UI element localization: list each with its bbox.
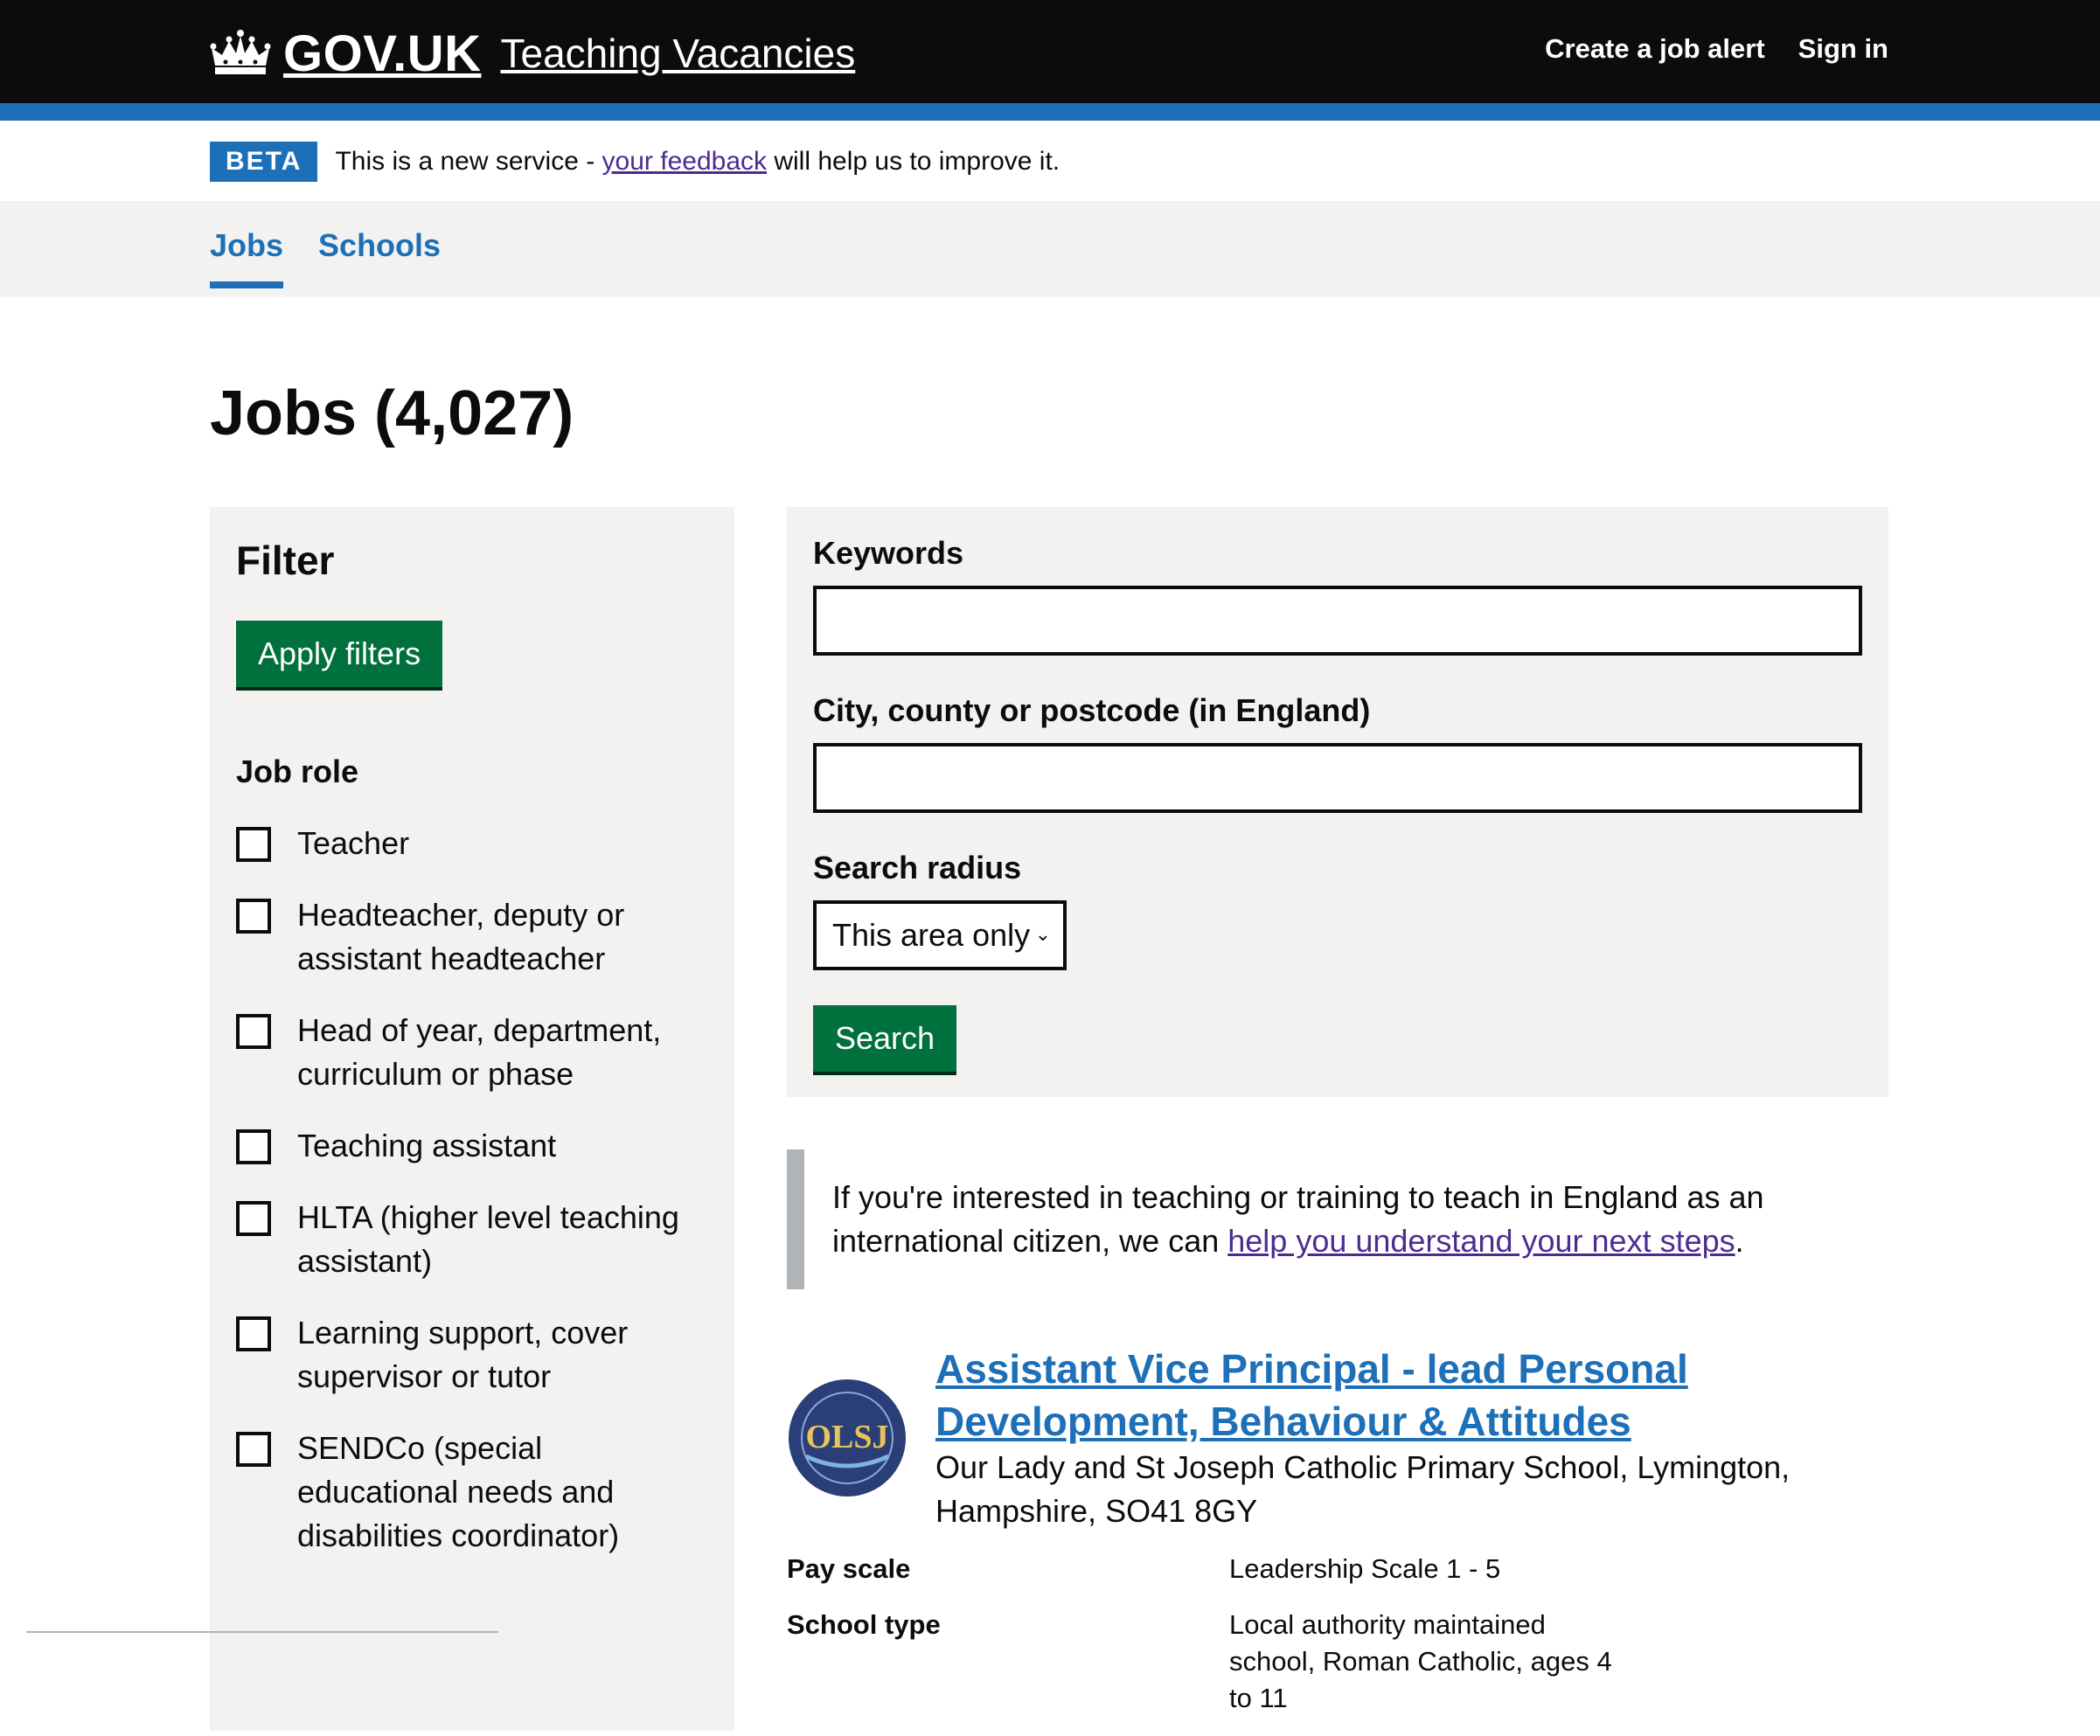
checkbox-item-teaching-assistant[interactable]: Teaching assistant [236, 1128, 708, 1168]
job-school-address: Our Lady and St Joseph Catholic Primary … [935, 1449, 1791, 1529]
job-summary-list: Pay scale Leadership Scale 1 - 5 School … [787, 1551, 1888, 1736]
checkbox[interactable] [236, 1432, 271, 1467]
inset-text-after: . [1735, 1223, 1744, 1259]
checkbox-item-teacher[interactable]: Teacher [236, 825, 708, 865]
school-logo-initials: OLSJ [805, 1419, 888, 1455]
checkbox-item-learning-support[interactable]: Learning support, cover supervisor or tu… [236, 1315, 708, 1399]
beta-tag: BETA [210, 142, 318, 182]
phase-banner: BETA This is a new service - your feedba… [210, 140, 1060, 184]
checkbox-label: Teacher [297, 825, 410, 861]
summary-value: Local authority maintained school, Roman… [1229, 1609, 1612, 1713]
header-nav: Create a job alert Sign in [1545, 33, 1888, 65]
checkbox[interactable] [236, 827, 271, 862]
apply-filters-button[interactable]: Apply filters [236, 621, 443, 687]
sub-navigation: Jobs Schools [0, 201, 2100, 297]
summary-key: Pay scale [787, 1553, 911, 1584]
checkbox-item-headteacher[interactable]: Headteacher, deputy or assistant headtea… [236, 897, 708, 981]
tab-schools[interactable]: Schools [318, 227, 441, 288]
tab-jobs[interactable]: Jobs [210, 227, 284, 288]
filter-divider [26, 1631, 498, 1633]
checkbox-item-head-of-year[interactable]: Head of year, department, curriculum or … [236, 1012, 708, 1096]
summary-key: School type [787, 1609, 941, 1640]
checkbox[interactable] [236, 1201, 271, 1236]
checkbox[interactable] [236, 1129, 271, 1164]
sign-in-link[interactable]: Sign in [1798, 33, 1888, 65]
school-logo: OLSJ [789, 1379, 906, 1496]
international-inset-text: If you're interested in teaching or trai… [787, 1149, 1846, 1289]
govuk-logotype: GOV.UK [283, 24, 482, 82]
checkbox-label: Headteacher, deputy or assistant headtea… [297, 897, 625, 976]
crown-icon [210, 30, 271, 74]
job-role-legend: Job role [236, 753, 359, 789]
job-title-link[interactable]: Assistant Vice Principal - lead Personal… [935, 1343, 1810, 1448]
location-input[interactable] [813, 743, 1862, 813]
checkbox[interactable] [236, 1014, 271, 1049]
service-name: Teaching Vacancies [500, 31, 856, 76]
chevron-down-icon: ⌄ [1034, 923, 1051, 945]
radius-select[interactable]: This area only ⌄ [813, 900, 1067, 970]
checkbox-label: Learning support, cover supervisor or tu… [297, 1315, 629, 1394]
search-button[interactable]: Search [813, 1005, 957, 1072]
checkbox[interactable] [236, 1316, 271, 1351]
job-role-checkboxes: Teacher Headteacher, deputy or assistant… [236, 825, 708, 1591]
checkbox-label: Head of year, department, curriculum or … [297, 1012, 662, 1092]
checkbox-label: Teaching assistant [297, 1128, 557, 1163]
location-label: City, county or postcode (in England) [813, 692, 1371, 728]
site-header: GOV.UK Teaching Vacancies Create a job a… [0, 0, 2100, 103]
radius-selected-value: This area only [832, 917, 1031, 953]
search-panel: Keywords City, county or postcode (in En… [787, 507, 1888, 1097]
beta-text-after: will help us to improve it. [767, 147, 1060, 176]
radius-label: Search radius [813, 850, 1022, 885]
checkbox-item-hlta[interactable]: HLTA (higher level teaching assistant) [236, 1199, 708, 1283]
checkbox[interactable] [236, 899, 271, 934]
summary-value: Leadership Scale 1 - 5 [1229, 1553, 1501, 1584]
school-logo-image: OLSJ [789, 1380, 905, 1496]
filter-title: Filter [236, 538, 335, 583]
summary-row-school-type: School type Local authority maintained s… [787, 1607, 1888, 1717]
keywords-label: Keywords [813, 535, 964, 571]
feedback-link[interactable]: your feedback [602, 147, 767, 177]
checkbox-label: SENDCo (special educational needs and di… [297, 1430, 620, 1553]
create-job-alert-link[interactable]: Create a job alert [1545, 33, 1765, 65]
keywords-input[interactable] [813, 586, 1862, 656]
checkbox-item-sendco[interactable]: SENDCo (special educational needs and di… [236, 1430, 708, 1558]
next-steps-link[interactable]: help you understand your next steps [1227, 1223, 1735, 1259]
page-title: Jobs (4,027) [210, 378, 574, 448]
checkbox-label: HLTA (higher level teaching assistant) [297, 1199, 679, 1279]
header-blue-bar [0, 103, 2100, 121]
filter-panel: Filter Apply filters Job role Teacher He… [210, 507, 734, 1731]
beta-text-before: This is a new service - [335, 147, 602, 176]
govuk-logo-link[interactable]: GOV.UK Teaching Vacancies [210, 24, 855, 82]
summary-row-pay-scale: Pay scale Leadership Scale 1 - 5 [787, 1551, 1888, 1587]
